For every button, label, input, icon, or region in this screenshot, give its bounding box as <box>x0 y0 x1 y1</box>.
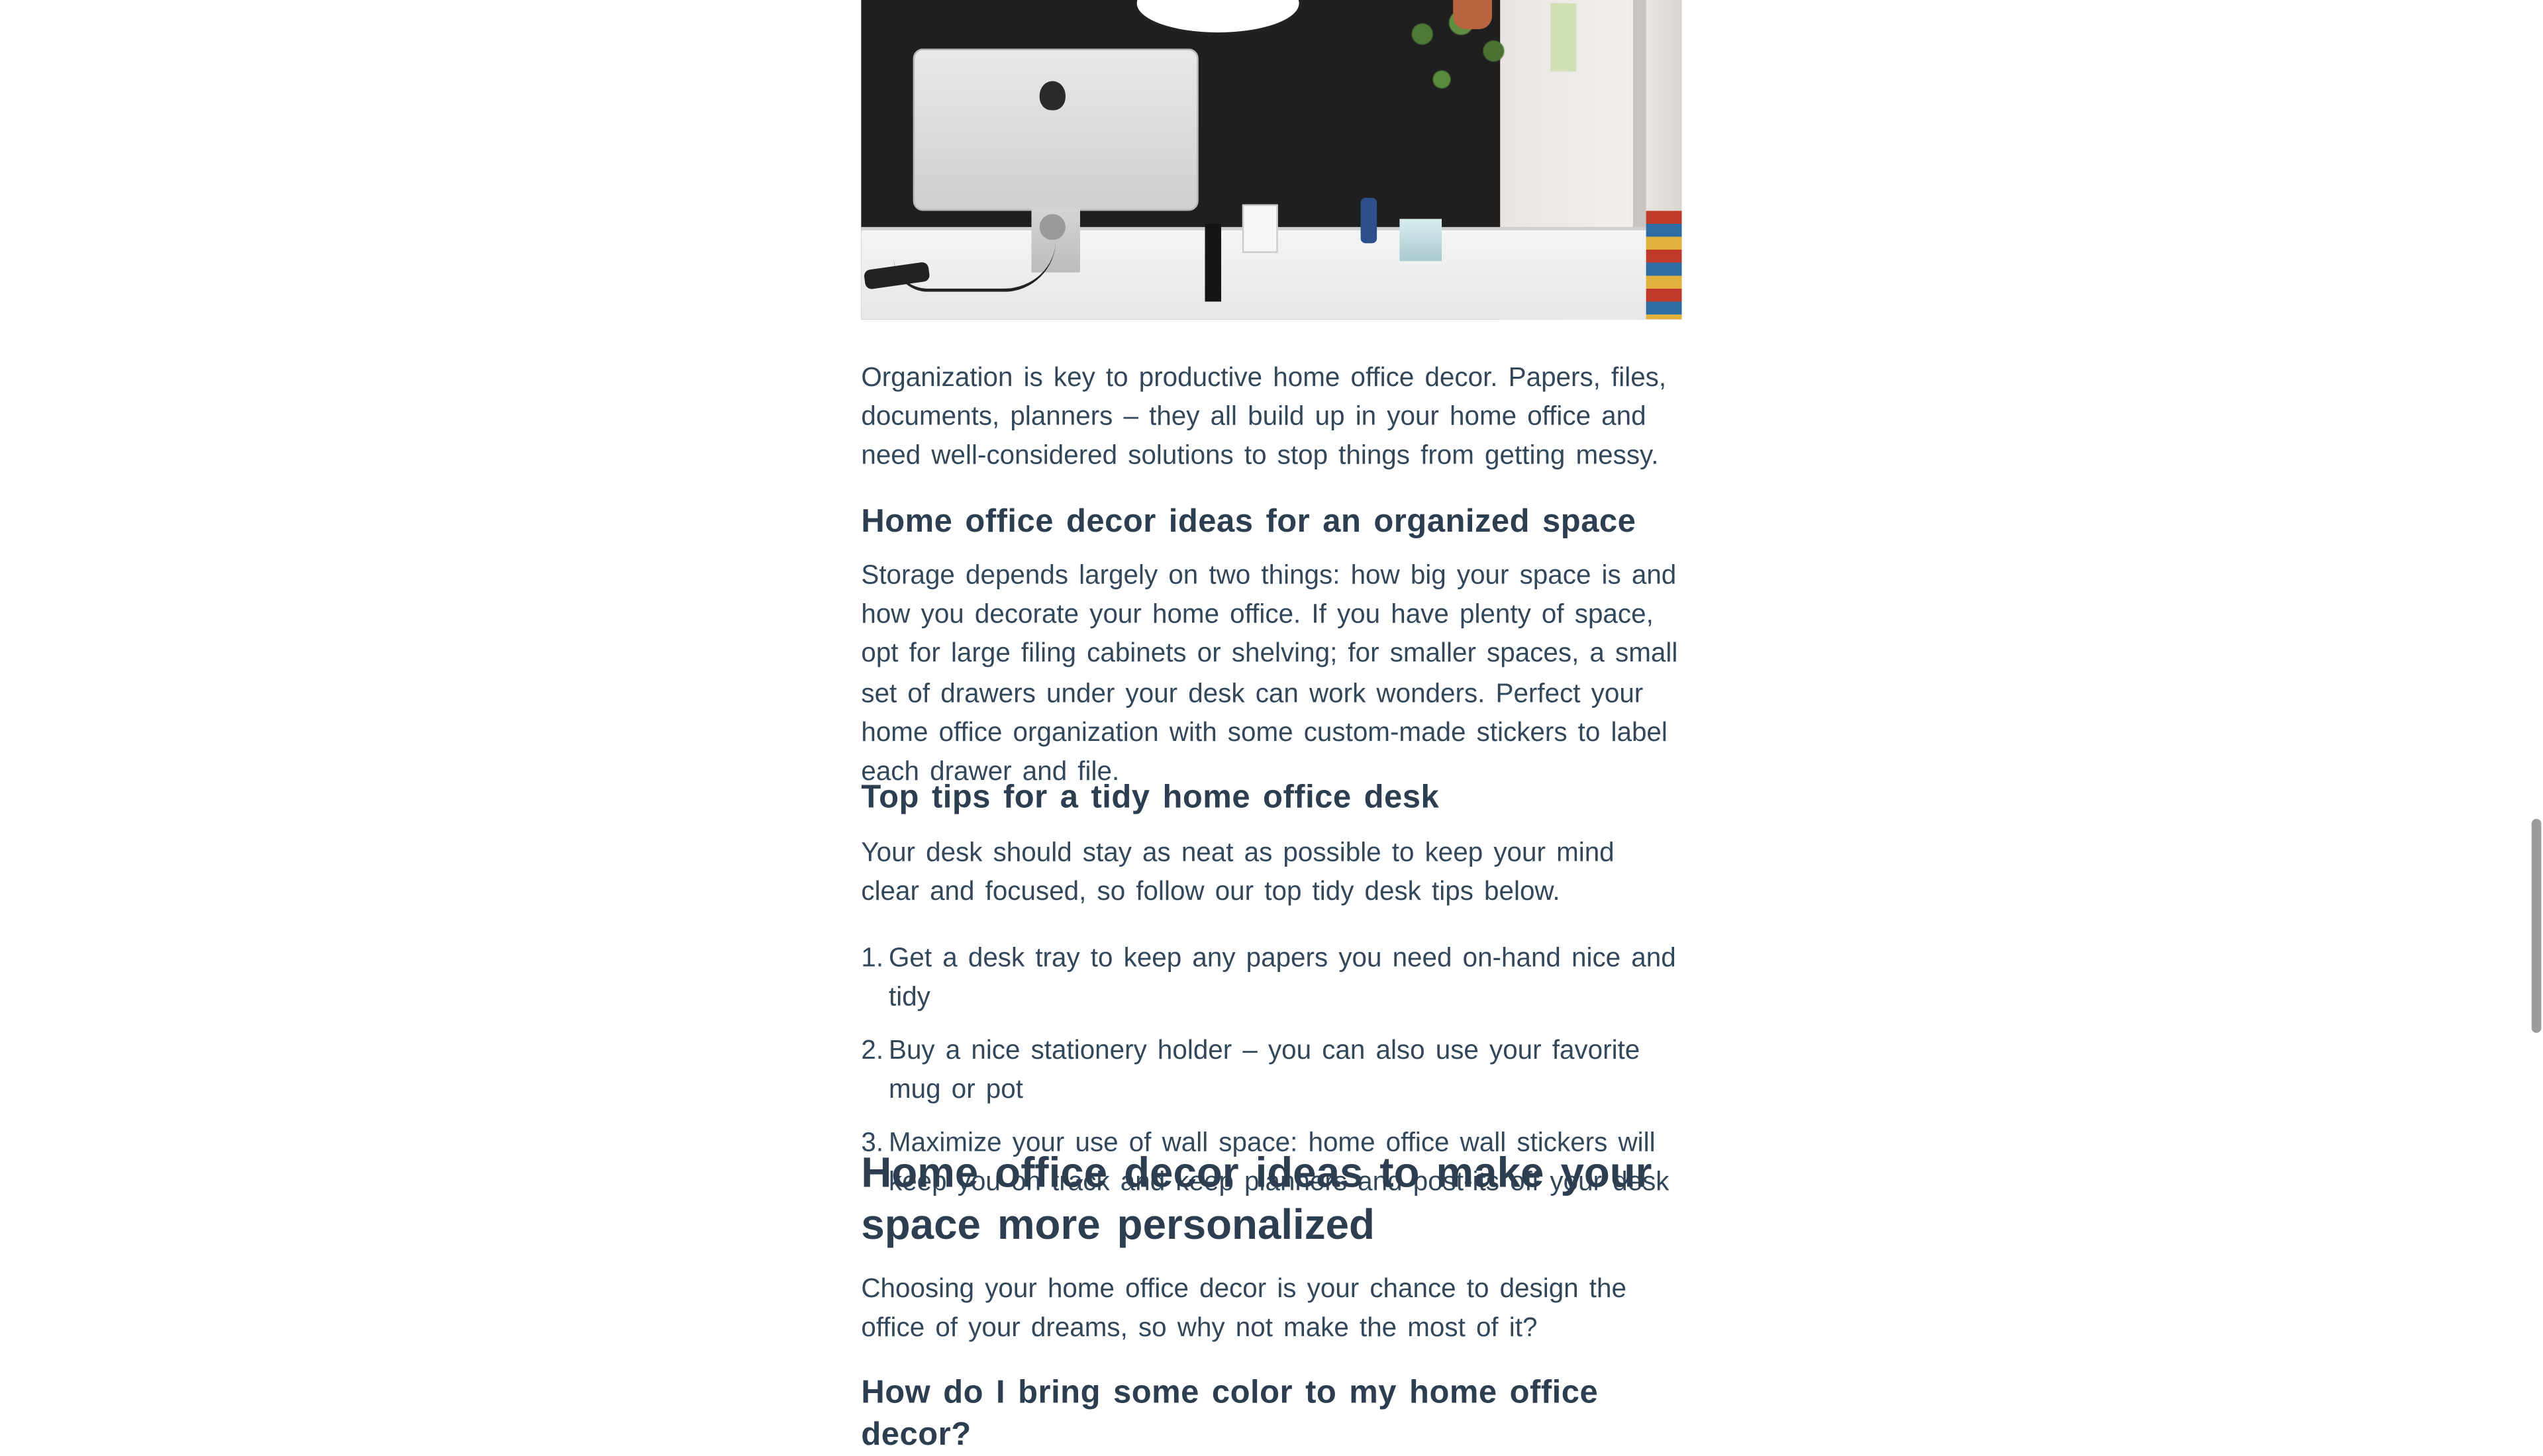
photo-door-edge <box>1633 0 1646 227</box>
heading-color-decor: How do I bring some color to my home off… <box>861 1375 1599 1453</box>
photo-speech-bubble <box>1133 0 1303 36</box>
intro-paragraph: Organization is key to productive home o… <box>861 363 1667 471</box>
hero-photo <box>861 0 1682 320</box>
page: Organization is key to productive home o… <box>0 0 2543 1453</box>
article-body: Organization is key to productive home o… <box>861 0 1682 1453</box>
heading-organized-space: Home office decor ideas for an organized… <box>861 504 1636 540</box>
heading-personalized-space: Home office decor ideas to make your spa… <box>861 1147 1652 1248</box>
photo-bottle <box>1360 197 1377 244</box>
heading-tidy-desk-tips: Top tips for a tidy home office desk <box>861 779 1440 816</box>
list-item-text: Buy a nice stationery holder – you can a… <box>888 1036 1640 1104</box>
page-scrollbar[interactable] <box>2530 0 2543 1430</box>
tidy-desk-paragraph: Your desk should stay as neat as possibl… <box>861 838 1615 907</box>
photo-pen-cup <box>1242 204 1278 254</box>
storage-paragraph: Storage depends largely on two things: h… <box>861 561 1678 787</box>
photo-monitor <box>913 48 1199 211</box>
list-item: 2. Buy a nice stationery holder – you ca… <box>861 1031 1681 1110</box>
list-item-text: Get a desk tray to keep any papers you n… <box>888 944 1676 1012</box>
photo-wall-sticker <box>1550 3 1577 72</box>
photo-tissue-box <box>1399 218 1442 262</box>
list-item-number: 2. <box>861 1036 884 1065</box>
photo-apple-logo <box>1039 81 1066 111</box>
photo-hard-drive <box>1205 223 1222 302</box>
list-item: 1. Get a desk tray to keep any papers yo… <box>861 939 1681 1018</box>
scrollbar-thumb[interactable] <box>2531 818 2542 1033</box>
photo-books <box>1646 211 1682 320</box>
personalize-paragraph: Choosing your home office decor is your … <box>861 1274 1626 1343</box>
list-item-number: 1. <box>861 944 884 973</box>
photo-stand-hole <box>1039 214 1066 240</box>
photo-pot <box>1453 0 1492 30</box>
